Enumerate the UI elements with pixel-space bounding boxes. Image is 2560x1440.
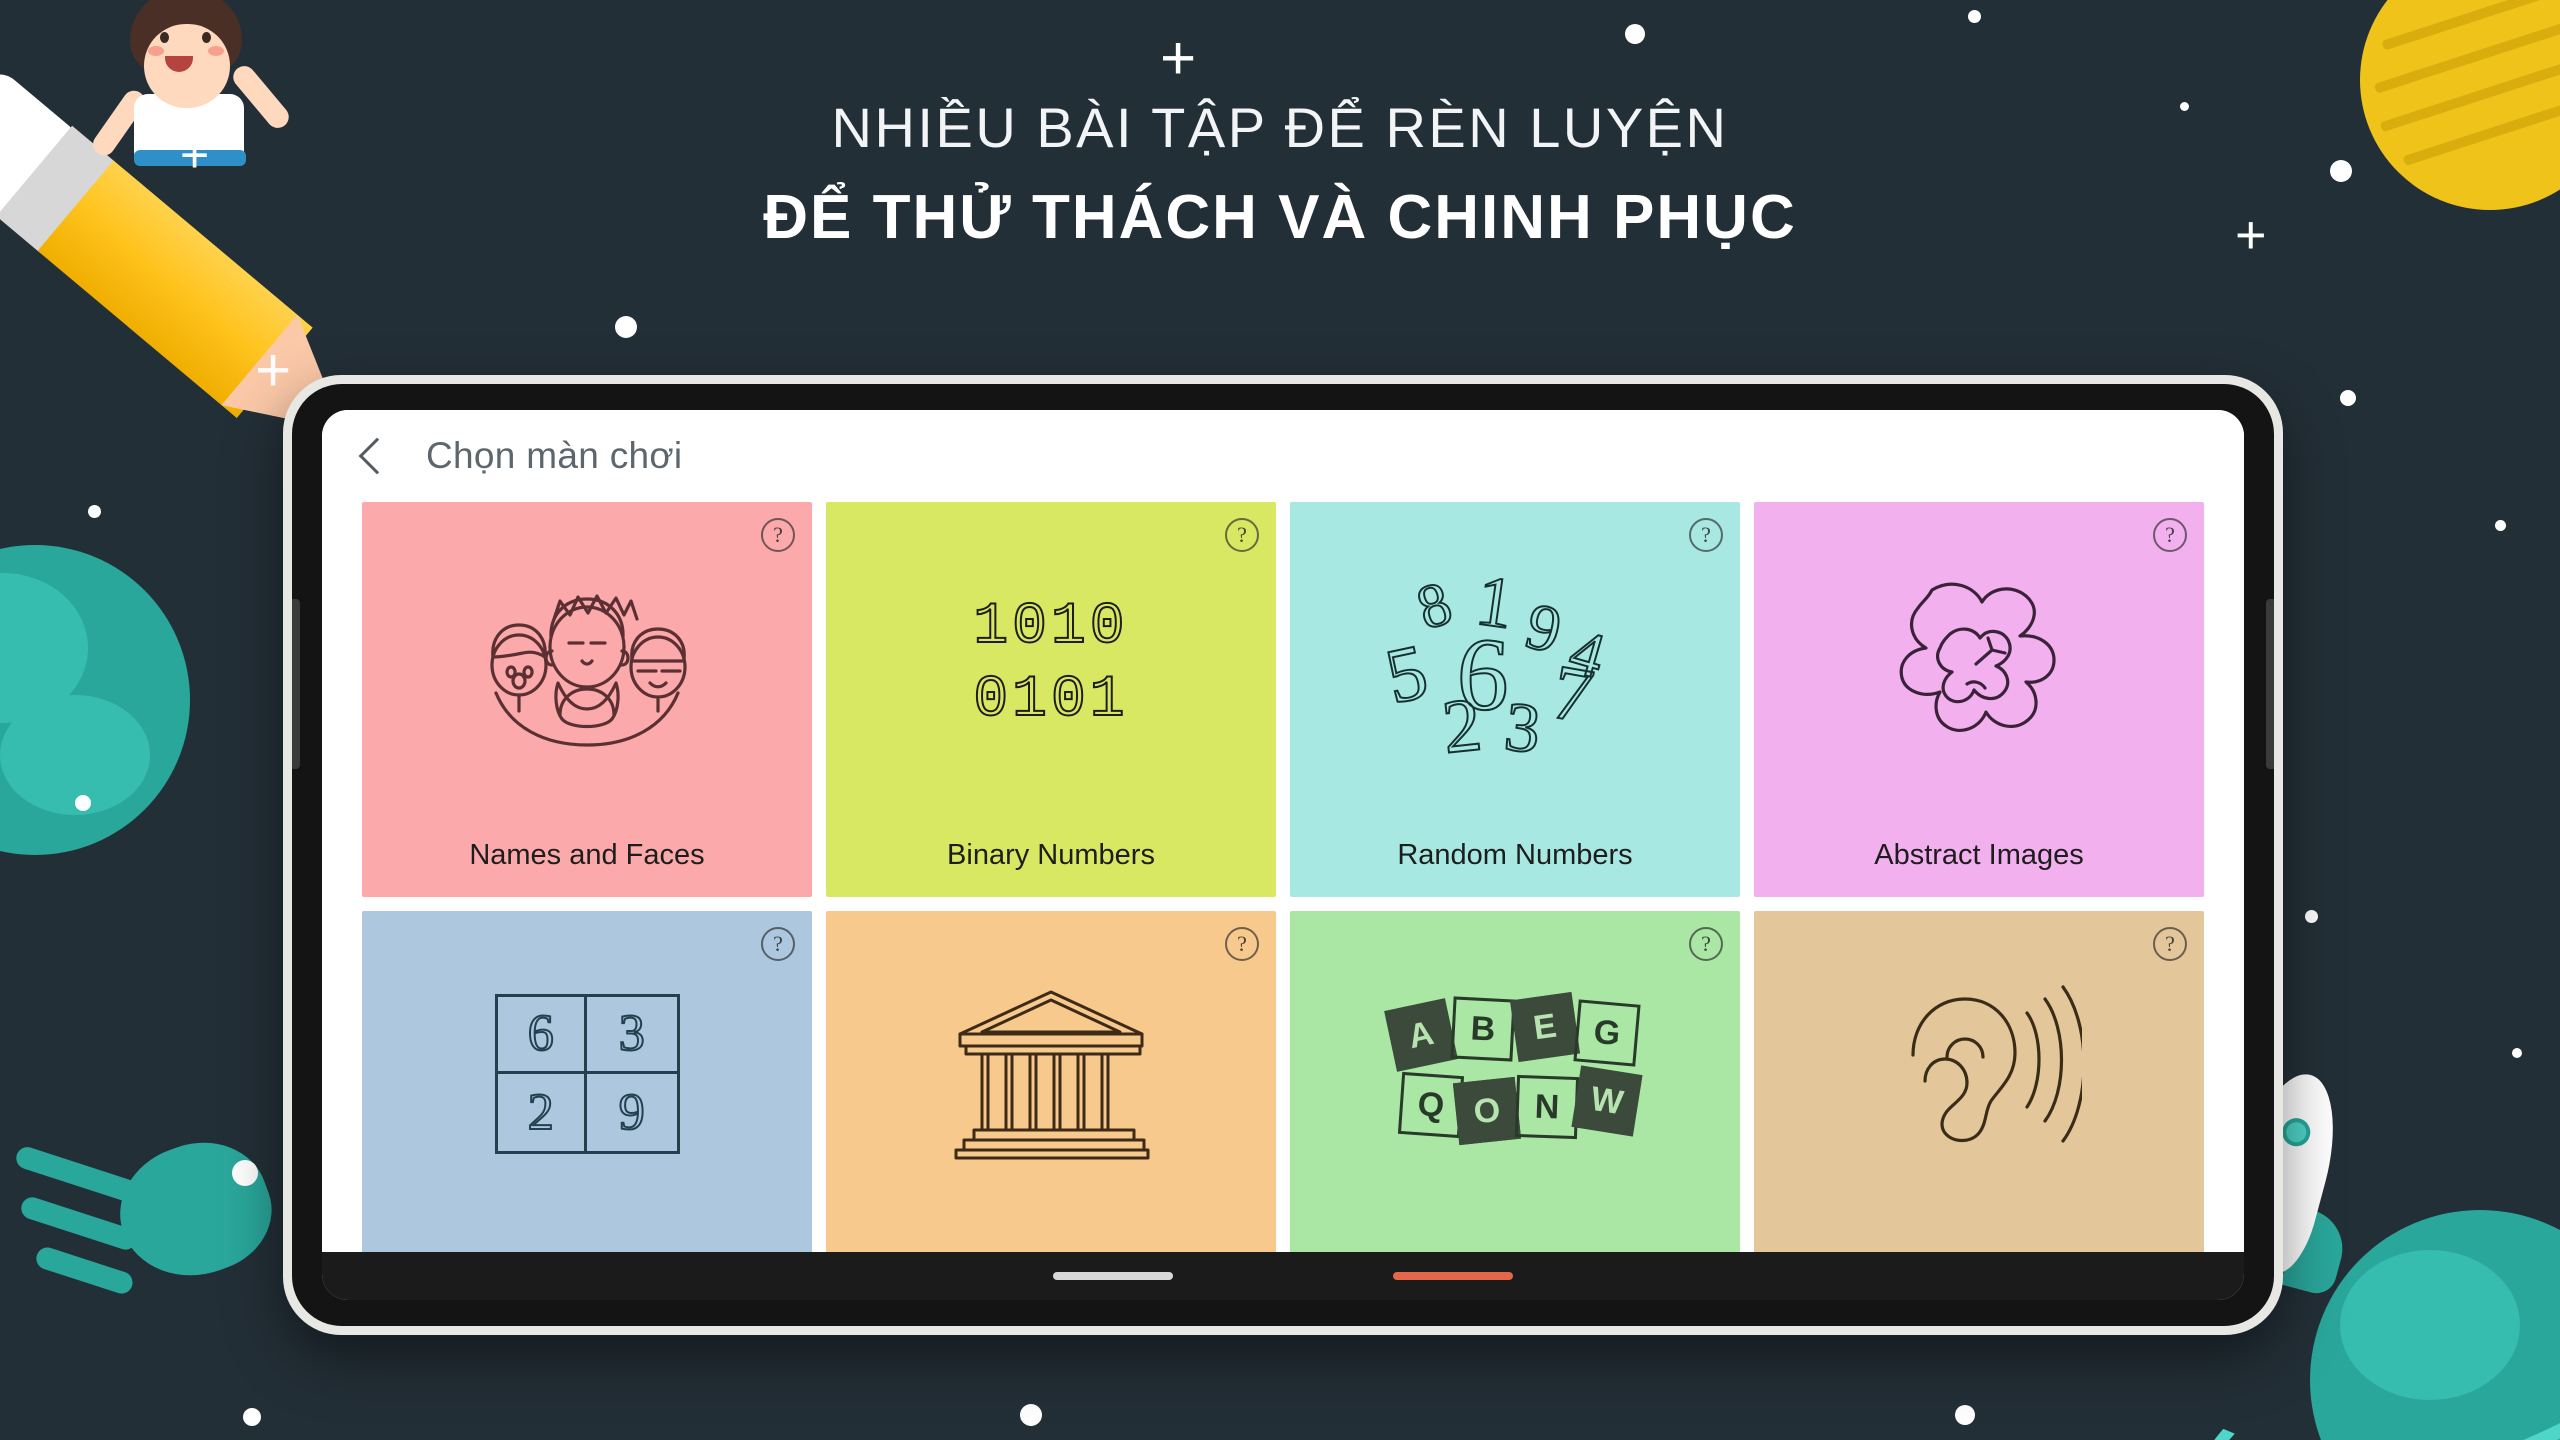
promo-banner: + + + + NHIỀU BÀI TẬP ĐỂ RÈN LUYỆN ĐỂ TH… — [0, 0, 2560, 1440]
tile-label: Random Numbers — [1397, 839, 1633, 871]
promo-headline: NHIỀU BÀI TẬP ĐỂ RÈN LUYỆN ĐỂ THỬ THÁCH … — [0, 95, 2560, 253]
star-dot — [232, 1160, 258, 1186]
help-icon[interactable]: ? — [761, 518, 795, 552]
tile-binary-numbers[interactable]: ? 1010 0101 Binary Numbers — [826, 502, 1276, 897]
letter-block: N — [1514, 1074, 1580, 1140]
app-screen: Chọn màn chơi ? Names and Faces ? 1010 0… — [322, 410, 2244, 1300]
letter-block: W — [1571, 1065, 1643, 1137]
letter-block: E — [1509, 991, 1581, 1063]
digit: 5 — [1377, 625, 1435, 720]
headline-line-2: ĐỂ THỬ THÁCH VÀ CHINH PHỤC — [763, 183, 1797, 252]
scattered-numbers-icon: 8 1 9 4 5 6 7 2 3 — [1290, 502, 1740, 827]
phone-volume-button[interactable] — [292, 599, 300, 769]
number-grid-icon: 6 3 2 9 — [362, 911, 812, 1236]
tile-label: Abstract Images — [1874, 839, 2084, 871]
help-icon[interactable]: ? — [2153, 927, 2187, 961]
digit: 3 — [1500, 687, 1545, 769]
phone-power-button[interactable] — [2266, 599, 2274, 769]
letter-block: A — [1384, 998, 1458, 1072]
nav-home-indicator[interactable] — [1393, 1272, 1513, 1280]
planet-teal-left — [0, 545, 190, 855]
tile-random-numbers[interactable]: ? 8 1 9 4 5 6 7 2 3 Random Numbers — [1290, 502, 1740, 897]
nav-recents-button[interactable] — [1053, 1272, 1173, 1280]
digit: 7 — [1545, 646, 1601, 740]
phone-bezel: Chọn màn chơi ? Names and Faces ? 1010 0… — [292, 384, 2274, 1326]
star-dot — [88, 505, 101, 518]
letter-blocks-icon: A B E G Q O N W — [1290, 911, 1740, 1236]
star-dot — [2495, 520, 2506, 531]
help-icon[interactable]: ? — [1689, 927, 1723, 961]
tile-random-words[interactable]: ? A B E G Q O N W — [1290, 911, 1740, 1300]
star-dot — [2512, 1048, 2522, 1058]
game-mode-grid: ? Names and Faces ? 1010 0101 Binary Num… — [322, 502, 2244, 1300]
star-dot — [615, 316, 637, 338]
tile-speed-numbers[interactable]: ? 6 3 2 9 Speed Numbers — [362, 911, 812, 1300]
binary-digits-icon: 1010 0101 — [826, 502, 1276, 827]
letter-block: B — [1450, 996, 1516, 1062]
grid-cell: 2 — [498, 1073, 587, 1151]
grid-cell: 3 — [587, 997, 677, 1074]
grid-cell: 6 — [497, 996, 587, 1074]
help-icon[interactable]: ? — [1225, 927, 1259, 961]
tile-label: Binary Numbers — [947, 839, 1155, 871]
back-chevron-icon[interactable] — [358, 437, 396, 475]
help-icon[interactable]: ? — [761, 927, 795, 961]
binary-row-2: 0101 — [972, 667, 1129, 734]
letter-block: Q — [1397, 1071, 1465, 1139]
app-bar: Chọn màn chơi — [322, 410, 2244, 502]
comet-icon — [10, 1123, 310, 1335]
tile-abstract-images[interactable]: ? Abstract Images — [1754, 502, 2204, 897]
greek-temple-icon — [826, 911, 1276, 1236]
help-icon[interactable]: ? — [1225, 518, 1259, 552]
star-dot — [75, 795, 91, 811]
tile-label: Names and Faces — [469, 839, 705, 871]
abstract-blob-icon — [1754, 502, 2204, 827]
headline-line-1: NHIỀU BÀI TẬP ĐỂ RÈN LUYỆN — [831, 96, 1729, 159]
star-dot — [1625, 24, 1645, 44]
tile-historic-future-dates[interactable]: ? — [826, 911, 1276, 1300]
letter-block: G — [1573, 999, 1641, 1067]
grid-cell: 9 — [618, 1083, 646, 1142]
star-dot — [243, 1408, 261, 1426]
binary-row-1: 1010 — [972, 594, 1129, 661]
star-dot — [1020, 1404, 1042, 1426]
page-title: Chọn màn chơi — [426, 435, 683, 476]
tile-spoken-numbers[interactable]: ? Spoken Numbers — [1754, 911, 2204, 1300]
android-navigation-bar — [322, 1252, 2244, 1300]
star-dot — [2340, 390, 2356, 406]
plus-star-icon: + — [1160, 24, 1197, 93]
star-dot — [2305, 910, 2318, 923]
tile-names-and-faces[interactable]: ? Names and Faces — [362, 502, 812, 897]
help-icon[interactable]: ? — [2153, 518, 2187, 552]
three-faces-icon — [362, 502, 812, 827]
star-dot — [1968, 10, 1981, 23]
ear-sound-icon — [1754, 911, 2204, 1236]
plus-star-icon: + — [255, 336, 292, 405]
letter-block: O — [1452, 1076, 1522, 1146]
star-dot — [1955, 1405, 1975, 1425]
help-icon[interactable]: ? — [1689, 518, 1723, 552]
phone-mockup: Chọn màn chơi ? Names and Faces ? 1010 0… — [283, 375, 2283, 1335]
